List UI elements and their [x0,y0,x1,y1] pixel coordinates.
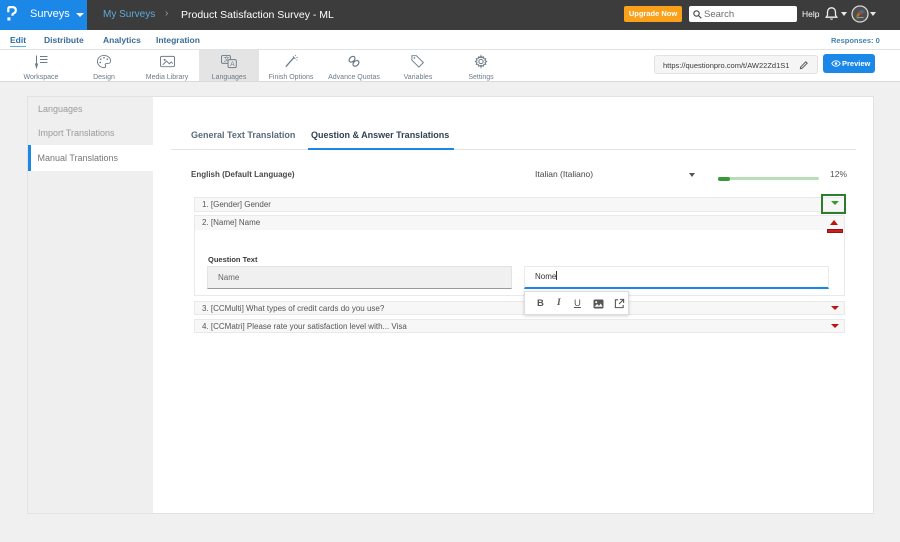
svg-text:A: A [230,61,235,68]
